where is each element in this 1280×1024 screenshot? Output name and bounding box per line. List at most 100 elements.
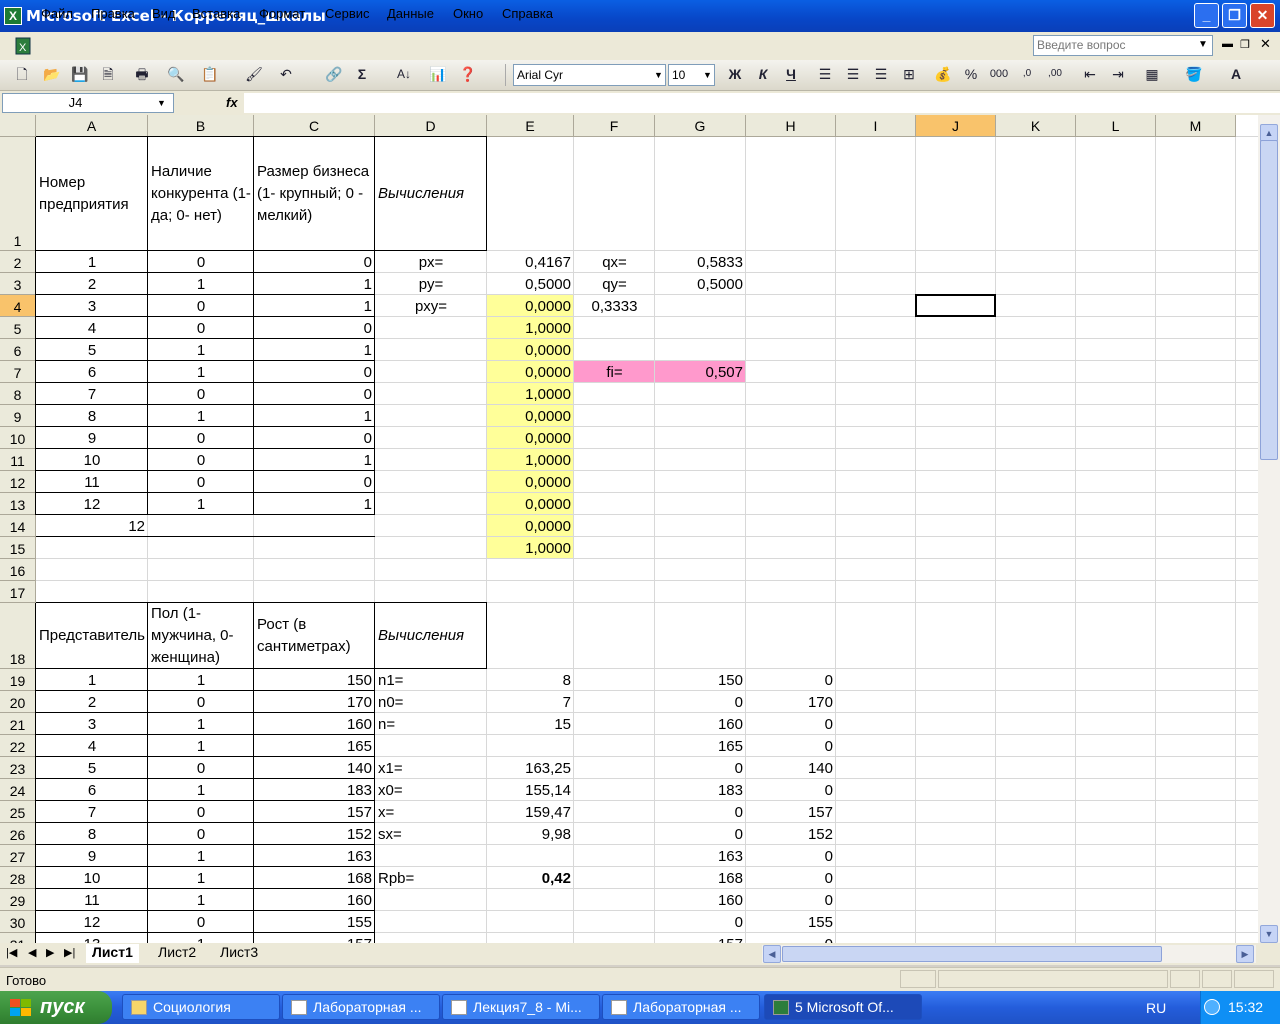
row-header[interactable]: 5 xyxy=(0,317,36,339)
doc-close-button[interactable]: ✕ xyxy=(1260,36,1271,52)
row-header[interactable]: 21 xyxy=(0,713,36,735)
table-cell[interactable]: 11 xyxy=(36,472,148,493)
calc-label[interactable]: fi= xyxy=(574,362,655,383)
paste-icon[interactable]: 📋 xyxy=(200,64,220,84)
task-lab-2[interactable]: Лабораторная ... xyxy=(602,994,760,1020)
formula-input[interactable] xyxy=(244,93,1280,113)
calc-value[interactable]: 183 xyxy=(655,780,746,801)
table-cell[interactable]: 3 xyxy=(36,296,148,317)
calc-label[interactable]: x0= xyxy=(375,780,487,801)
format-painter-icon[interactable]: 🖌 xyxy=(244,64,264,84)
calc-value[interactable]: 0 xyxy=(655,912,746,933)
calc-value[interactable]: 0,0000 xyxy=(487,406,574,427)
calc-value[interactable]: 0,0000 xyxy=(487,428,574,449)
row-header[interactable]: 8 xyxy=(0,383,36,405)
save-icon[interactable]: 💾 xyxy=(70,64,90,84)
size-dropdown-icon[interactable]: ▼ xyxy=(703,70,712,80)
table-cell[interactable]: 1 xyxy=(148,846,254,867)
task-excel-group[interactable]: 5 Microsoft Of... xyxy=(764,994,922,1020)
table-cell[interactable]: 160 xyxy=(254,714,375,735)
row-header[interactable]: 1 xyxy=(0,137,36,251)
menu-help[interactable]: Справка xyxy=(502,6,553,21)
header-cell[interactable]: Представитель xyxy=(36,603,148,669)
row-header[interactable]: 2 xyxy=(0,251,36,273)
table-cell[interactable]: 1 xyxy=(148,780,254,801)
column-header[interactable]: D xyxy=(375,115,487,137)
next-sheet-icon[interactable]: ▶ xyxy=(46,946,54,959)
thousands-separator-icon[interactable]: 000 xyxy=(989,64,1009,84)
bold-icon[interactable]: Ж xyxy=(725,64,745,84)
percent-icon[interactable]: % xyxy=(961,64,981,84)
table-cell[interactable]: 12 xyxy=(36,912,148,933)
column-header[interactable]: K xyxy=(996,115,1076,137)
table-cell[interactable]: 1 xyxy=(36,252,148,273)
calc-value[interactable]: 0 xyxy=(746,736,836,757)
table-cell[interactable]: 168 xyxy=(254,868,375,889)
permission-icon[interactable]: 🗎 xyxy=(98,64,118,84)
font-color-icon[interactable]: A xyxy=(1226,64,1246,84)
table-cell[interactable]: 0 xyxy=(148,692,254,713)
header-cell[interactable]: Наличие конкурента (1- да; 0- нет) xyxy=(148,137,254,251)
underline-icon[interactable]: Ч xyxy=(781,64,801,84)
calc-label[interactable]: py= xyxy=(375,274,487,295)
row-header[interactable]: 14 xyxy=(0,515,36,537)
row-header[interactable]: 12 xyxy=(0,471,36,493)
row-header[interactable]: 7 xyxy=(0,361,36,383)
calc-value[interactable]: 163,25 xyxy=(487,758,574,779)
name-box[interactable]: J4 xyxy=(2,93,174,113)
undo-icon[interactable]: ↶ xyxy=(276,64,296,84)
row-header[interactable]: 16 xyxy=(0,559,36,581)
table-cell[interactable]: 0 xyxy=(148,384,254,405)
column-header[interactable]: F xyxy=(574,115,655,137)
row-header[interactable]: 23 xyxy=(0,757,36,779)
first-sheet-icon[interactable]: |◀ xyxy=(6,946,17,959)
calc-value[interactable]: 9,98 xyxy=(487,824,574,845)
scroll-right-icon[interactable]: ▶ xyxy=(1236,945,1254,963)
calc-value[interactable]: 0,507 xyxy=(655,362,746,383)
row-header[interactable]: 27 xyxy=(0,845,36,867)
select-all-corner[interactable] xyxy=(0,115,36,137)
table-cell[interactable]: 1 xyxy=(148,934,254,943)
calc-value[interactable]: 150 xyxy=(655,670,746,691)
table-cell[interactable]: 157 xyxy=(254,802,375,823)
table-cell[interactable]: 0 xyxy=(148,472,254,493)
calc-value[interactable]: 0 xyxy=(746,670,836,691)
menu-format[interactable]: Формат xyxy=(259,6,305,21)
table-cell[interactable]: 2 xyxy=(36,692,148,713)
chart-wizard-icon[interactable]: 📊 xyxy=(428,64,448,84)
table-cell[interactable]: 4 xyxy=(36,736,148,757)
row-header[interactable]: 18 xyxy=(0,603,36,669)
sheet-tab-3[interactable]: Лист3 xyxy=(214,944,264,963)
task-lab-1[interactable]: Лабораторная ... xyxy=(282,994,440,1020)
scroll-left-icon[interactable]: ◀ xyxy=(763,945,781,963)
help-dropdown-icon[interactable]: ▼ xyxy=(1198,39,1208,50)
column-header[interactable]: B xyxy=(148,115,254,137)
calc-value[interactable]: 0 xyxy=(655,692,746,713)
restore-button[interactable]: ❐ xyxy=(1222,3,1247,28)
menu-data[interactable]: Данные xyxy=(387,6,434,21)
menu-insert[interactable]: Вставка xyxy=(192,6,240,21)
row-header[interactable]: 25 xyxy=(0,801,36,823)
table-cell[interactable]: 0 xyxy=(254,362,375,383)
help-icon[interactable]: ❓ xyxy=(458,64,478,84)
menu-file[interactable]: Файл xyxy=(41,6,73,21)
italic-icon[interactable]: К xyxy=(753,64,773,84)
table-cell[interactable]: 1 xyxy=(148,494,254,515)
calc-value[interactable]: 155 xyxy=(746,912,836,933)
calc-value[interactable]: 0,0000 xyxy=(487,296,574,317)
table-cell[interactable]: 5 xyxy=(36,758,148,779)
table-cell[interactable]: 8 xyxy=(36,824,148,845)
close-button[interactable]: ✕ xyxy=(1250,3,1275,28)
table-cell[interactable]: 0 xyxy=(148,252,254,273)
menu-view[interactable]: Вид xyxy=(152,6,176,21)
calc-value[interactable]: 160 xyxy=(655,714,746,735)
table-cell[interactable]: 0 xyxy=(254,428,375,449)
calc-value[interactable]: 140 xyxy=(746,758,836,779)
excel-app-icon[interactable]: X xyxy=(4,7,22,25)
spreadsheet-grid[interactable]: A B C D E F G H I J K L M 1 2 3 4 5 6 7 8 9 10 11 12 13 14 15 16 17 18… xyxy=(0,115,1258,943)
calc-label[interactable]: sx= xyxy=(375,824,487,845)
table-cell[interactable]: 1 xyxy=(148,868,254,889)
table-cell[interactable]: 0 xyxy=(254,384,375,405)
table-cell[interactable]: 6 xyxy=(36,362,148,383)
currency-icon[interactable]: 💰 xyxy=(933,64,953,84)
